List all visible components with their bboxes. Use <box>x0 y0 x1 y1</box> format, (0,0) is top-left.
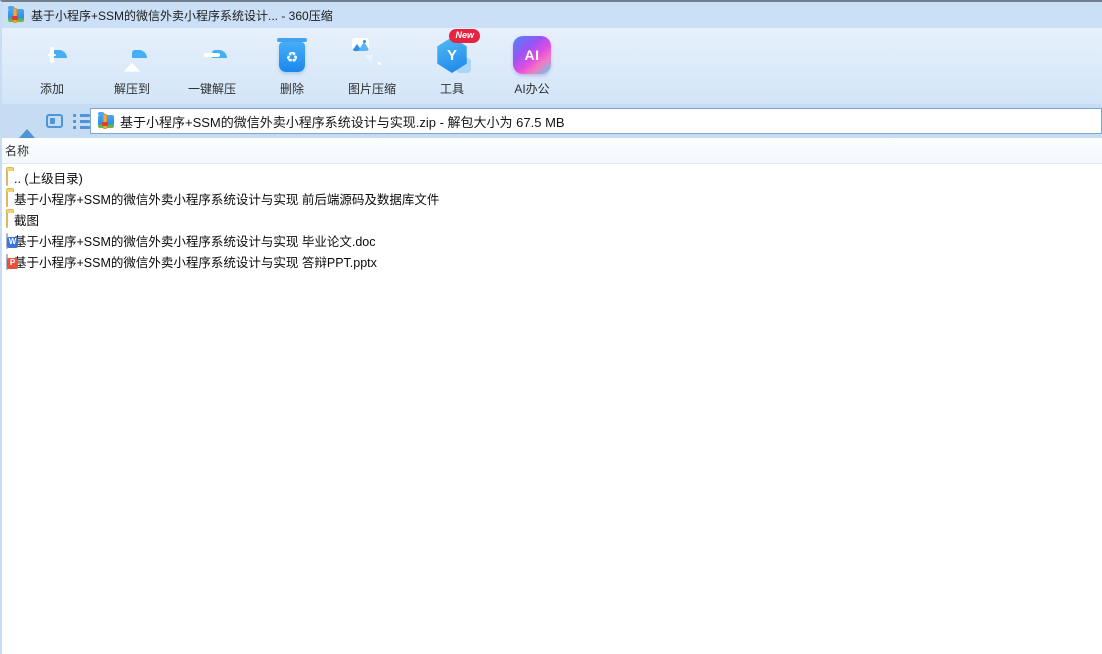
toolbar-button-label: 一键解压 <box>187 82 236 96</box>
toolbar-button-ai-office[interactable]: AI AI办公 <box>492 28 572 104</box>
address-row: 基于小程序+SSM的微信外卖小程序系统设计与实现.zip - 解包大小为 67.… <box>2 104 1102 138</box>
toolbar-button-image-compress[interactable]: 图片压缩 <box>332 28 412 104</box>
toolbar-button-label: 图片压缩 <box>347 82 396 96</box>
zip-archive-icon <box>98 111 114 129</box>
toolbar: 添加 解压到 一键解压 ♻ 删除 图片压缩 Y New 工具 AI AI办公 <box>2 28 1102 104</box>
toolbar-button-label: AI办公 <box>514 82 550 96</box>
delete-trash-icon: ♻ <box>277 37 307 72</box>
address-bar[interactable]: 基于小程序+SSM的微信外卖小程序系统设计与实现.zip - 解包大小为 67.… <box>90 108 1102 134</box>
folder-icon <box>6 169 8 186</box>
toolbar-button-label: 添加 <box>39 82 64 96</box>
list-item[interactable]: 截图 <box>2 209 1102 230</box>
file-list: .. (上级目录) 基于小程序+SSM的微信外卖小程序系统设计与实现 前后端源码… <box>2 164 1102 272</box>
toolbar-button-tools[interactable]: Y New 工具 <box>412 28 492 104</box>
folder-icon <box>6 190 8 207</box>
list-item[interactable]: 基于小程序+SSM的微信外卖小程序系统设计与实现 前后端源码及数据库文件 <box>2 188 1102 209</box>
file-name: .. (上级目录) <box>14 172 83 186</box>
folder-icon <box>6 211 8 228</box>
toolbar-button-delete[interactable]: ♻ 删除 <box>252 28 332 104</box>
toolbar-button-add[interactable]: 添加 <box>12 28 92 104</box>
list-item[interactable]: W 基于小程序+SSM的微信外卖小程序系统设计与实现 毕业论文.doc <box>2 230 1102 251</box>
list-item[interactable]: .. (上级目录) <box>2 167 1102 188</box>
zip-archive-icon <box>8 5 24 23</box>
column-header-name[interactable]: 名称 <box>2 138 1102 164</box>
toolbar-button-label: 工具 <box>439 82 464 96</box>
list-item[interactable]: P 基于小程序+SSM的微信外卖小程序系统设计与实现 答辩PPT.pptx <box>2 251 1102 272</box>
file-name: 基于小程序+SSM的微信外卖小程序系统设计与实现 前后端源码及数据库文件 <box>14 193 440 207</box>
ai-office-icon: AI <box>513 36 551 74</box>
toolbar-button-extract-to[interactable]: 解压到 <box>92 28 172 104</box>
preview-pane-icon[interactable] <box>41 109 67 133</box>
toolbar-button-one-click-extract[interactable]: 一键解压 <box>172 28 252 104</box>
toolbar-button-label: 删除 <box>279 82 304 96</box>
360zip-window: 基于小程序+SSM的微信外卖小程序系统设计... - 360压缩 添加 解压到 … <box>0 0 1102 654</box>
up-icon[interactable] <box>14 109 40 138</box>
file-name: 基于小程序+SSM的微信外卖小程序系统设计与实现 毕业论文.doc <box>14 235 376 249</box>
toolbar-button-label: 解压到 <box>113 82 150 96</box>
address-path-text: 基于小程序+SSM的微信外卖小程序系统设计与实现.zip - 解包大小为 67.… <box>120 114 565 130</box>
titlebar: 基于小程序+SSM的微信外卖小程序系统设计... - 360压缩 <box>2 2 1102 28</box>
new-badge: New <box>449 29 480 43</box>
file-name: 截图 <box>14 214 40 228</box>
ppt-icon: P <box>6 253 18 270</box>
column-header-label: 名称 <box>5 144 30 158</box>
file-name: 基于小程序+SSM的微信外卖小程序系统设计与实现 答辩PPT.pptx <box>14 256 377 270</box>
word-doc-icon: W <box>6 232 18 249</box>
window-title: 基于小程序+SSM的微信外卖小程序系统设计... - 360压缩 <box>31 8 333 23</box>
